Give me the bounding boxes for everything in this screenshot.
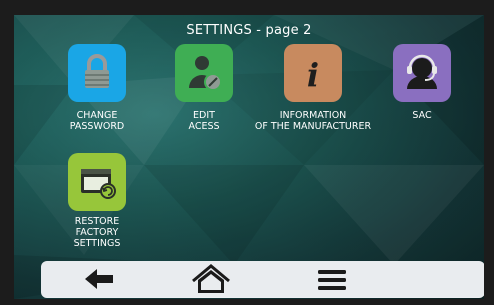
- restore-factory-button[interactable]: [68, 153, 126, 211]
- bottom-navbar: [41, 261, 484, 298]
- back-arrow-icon: [85, 269, 113, 289]
- restore-factory-label-line2: FACTORY: [75, 227, 119, 238]
- change-password-label-line1: CHANGE: [76, 110, 118, 121]
- svg-text:i: i: [307, 56, 319, 94]
- change-password-label-line2: PASSWORD: [69, 121, 125, 132]
- menu-button[interactable]: [302, 261, 362, 298]
- edit-access-label-line2: ACESS: [188, 121, 220, 132]
- lock-icon: [85, 54, 109, 88]
- home-icon: [192, 264, 230, 293]
- info-icon: i: [307, 56, 319, 94]
- sac-button[interactable]: [393, 44, 451, 102]
- edit-access-button[interactable]: [175, 44, 233, 102]
- headset-icon: [407, 54, 437, 89]
- restore-window-icon: [81, 169, 116, 199]
- restore-factory-label-line3: SETTINGS: [73, 238, 121, 249]
- user-edit-icon: [189, 56, 222, 91]
- change-password-button[interactable]: [68, 44, 126, 102]
- manufacturer-info-label-line1: INFORMATION: [279, 110, 347, 121]
- home-button[interactable]: [181, 261, 241, 298]
- settings-screen: SETTINGS - page 2 CHANGE PASSWORD EDIT A…: [14, 15, 484, 299]
- device-frame: SETTINGS - page 2 CHANGE PASSWORD EDIT A…: [0, 0, 494, 305]
- edit-access-label-line1: EDIT: [193, 110, 215, 121]
- back-button[interactable]: [69, 261, 129, 298]
- page-title: SETTINGS - page 2: [186, 23, 312, 38]
- restore-factory-label-line1: RESTORE: [74, 216, 120, 227]
- manufacturer-info-button[interactable]: i: [284, 44, 342, 102]
- manufacturer-info-label-line2: OF THE MANUFACTURER: [254, 121, 372, 132]
- menu-icon: [318, 270, 346, 290]
- sac-label: SAC: [412, 110, 432, 121]
